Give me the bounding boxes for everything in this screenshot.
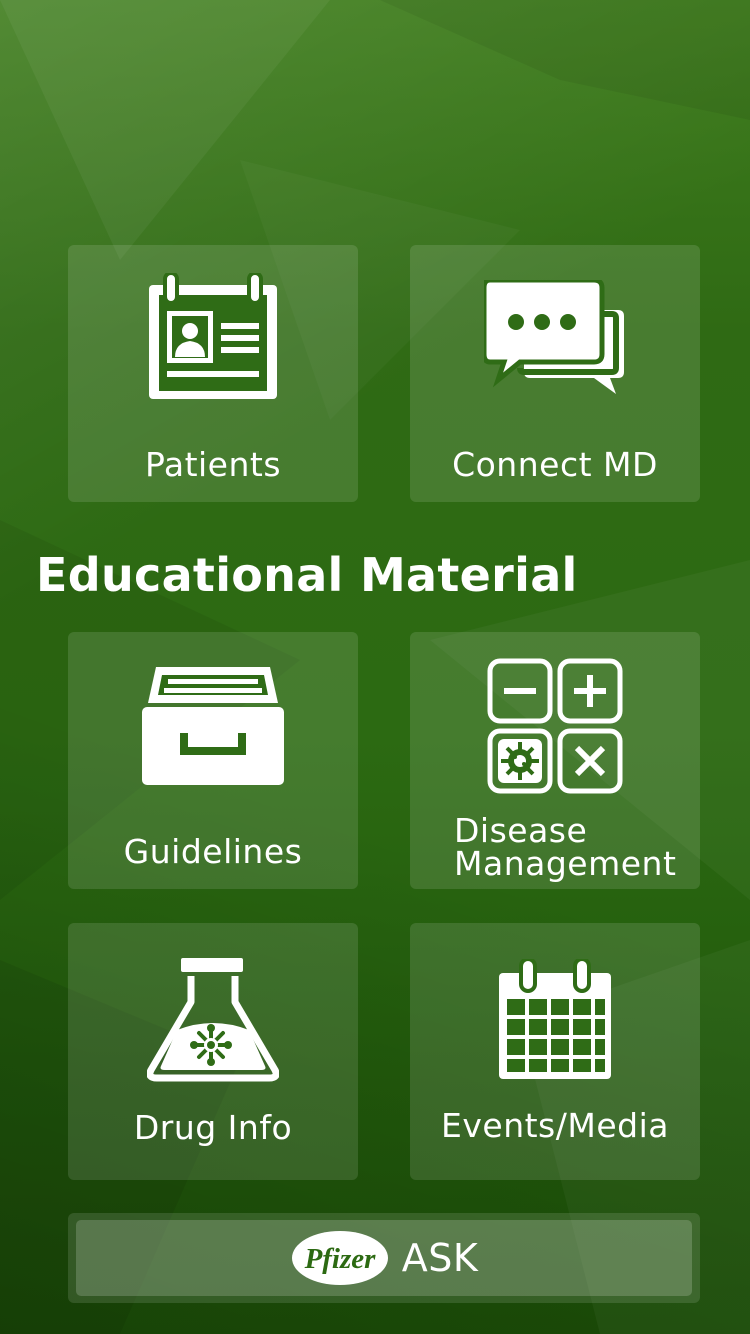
patients-tile[interactable]: Patients — [68, 245, 358, 502]
id-card-clipboard-icon — [68, 245, 358, 430]
patients-label: Patients — [144, 445, 282, 484]
disease-management-label: Disease Management — [454, 814, 700, 880]
calendar-icon — [410, 923, 700, 1108]
section-title: Educational Material — [36, 548, 578, 602]
disease-management-tile[interactable]: Disease Management — [410, 632, 700, 889]
ask-label: ASK — [401, 1236, 479, 1280]
calculator-grid-icon — [410, 632, 700, 817]
disease-management-label-line1: Disease — [454, 811, 588, 850]
guidelines-label: Guidelines — [123, 832, 303, 871]
chat-bubbles-icon — [410, 245, 700, 430]
pfizer-logo: Pfizer — [291, 1231, 388, 1285]
events-media-tile[interactable]: Events/Media — [410, 923, 700, 1180]
drug-info-tile[interactable]: Drug Info — [68, 923, 358, 1180]
ask-button-container: Pfizer ASK — [68, 1213, 700, 1303]
svg-text:Pfizer: Pfizer — [303, 1243, 376, 1275]
file-drawer-icon — [68, 632, 358, 817]
drug-info-label: Drug Info — [133, 1108, 293, 1147]
lab-flask-icon — [68, 923, 358, 1108]
connect-md-label: Connect MD — [452, 445, 658, 484]
connect-md-tile[interactable]: Connect MD — [410, 245, 700, 502]
events-media-label: Events/Media — [441, 1106, 669, 1145]
disease-management-label-line2: Management — [454, 844, 677, 883]
pfizer-ask-button[interactable]: Pfizer ASK — [76, 1220, 692, 1296]
guidelines-tile[interactable]: Guidelines — [68, 632, 358, 889]
